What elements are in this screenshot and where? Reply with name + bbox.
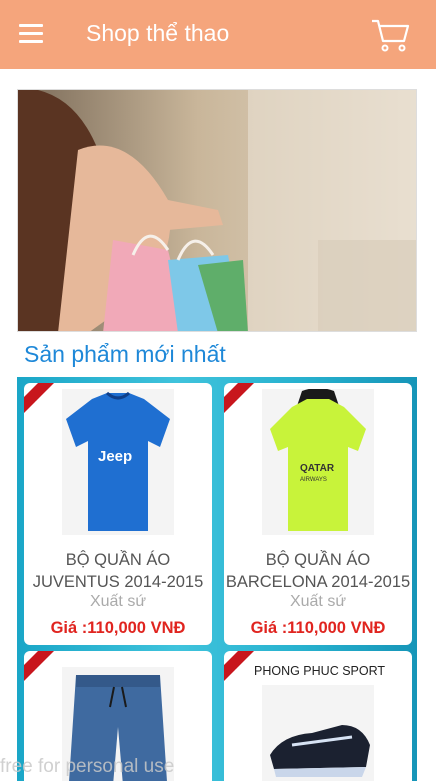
shopping-cart-icon[interactable] — [370, 17, 410, 53]
svg-text:AIRWAYS: AIRWAYS — [300, 477, 327, 483]
product-grid: NEW Jeep BỘ QUẦN ÁO JUVENTUS 2014-2015 Xu… — [17, 377, 417, 781]
watermark-text: free for personal use — [0, 756, 175, 777]
section-title: Sản phẩm mới nhất — [24, 341, 226, 367]
product-name: BỘ QUẦN ÁO JUVENTUS 2014-2015 — [32, 551, 204, 591]
product-card[interactable]: NEW QATAR AIRWAYS BỘ QUẦN ÁO BARCELONA 20… — [224, 383, 412, 645]
product-image: QATAR AIRWAYS — [262, 389, 374, 535]
product-name: BỘ QUẦN ÁO BARCELONA 2014-2015 — [225, 551, 411, 591]
product-price: Giá :110,000 VNĐ — [50, 619, 186, 637]
svg-text:QATAR: QATAR — [300, 463, 335, 474]
product-price: Giá :110,000 VNĐ — [250, 619, 386, 637]
app-bar: Shop thể thao — [0, 0, 436, 69]
product-card[interactable]: NEW Jeep BỘ QUẦN ÁO JUVENTUS 2014-2015 Xu… — [24, 383, 212, 645]
new-badge-icon: NEW — [224, 383, 254, 413]
product-origin: Xuất sứ — [289, 593, 347, 610]
product-image — [262, 685, 374, 781]
hero-banner-image[interactable] — [17, 89, 417, 332]
product-brand: PHONG PHUC SPORT — [254, 664, 386, 678]
product-card[interactable]: NEW PHONG PHUC SPORT — [224, 651, 412, 781]
new-badge-icon: NEW — [24, 383, 54, 413]
hamburger-menu-icon[interactable] — [19, 24, 45, 46]
product-image: Jeep — [62, 389, 174, 535]
product-origin: Xuất sứ — [89, 593, 147, 610]
new-badge-icon: NEW — [24, 651, 54, 681]
svg-text:Jeep: Jeep — [98, 448, 132, 465]
app-title: Shop thể thao — [86, 20, 230, 46]
